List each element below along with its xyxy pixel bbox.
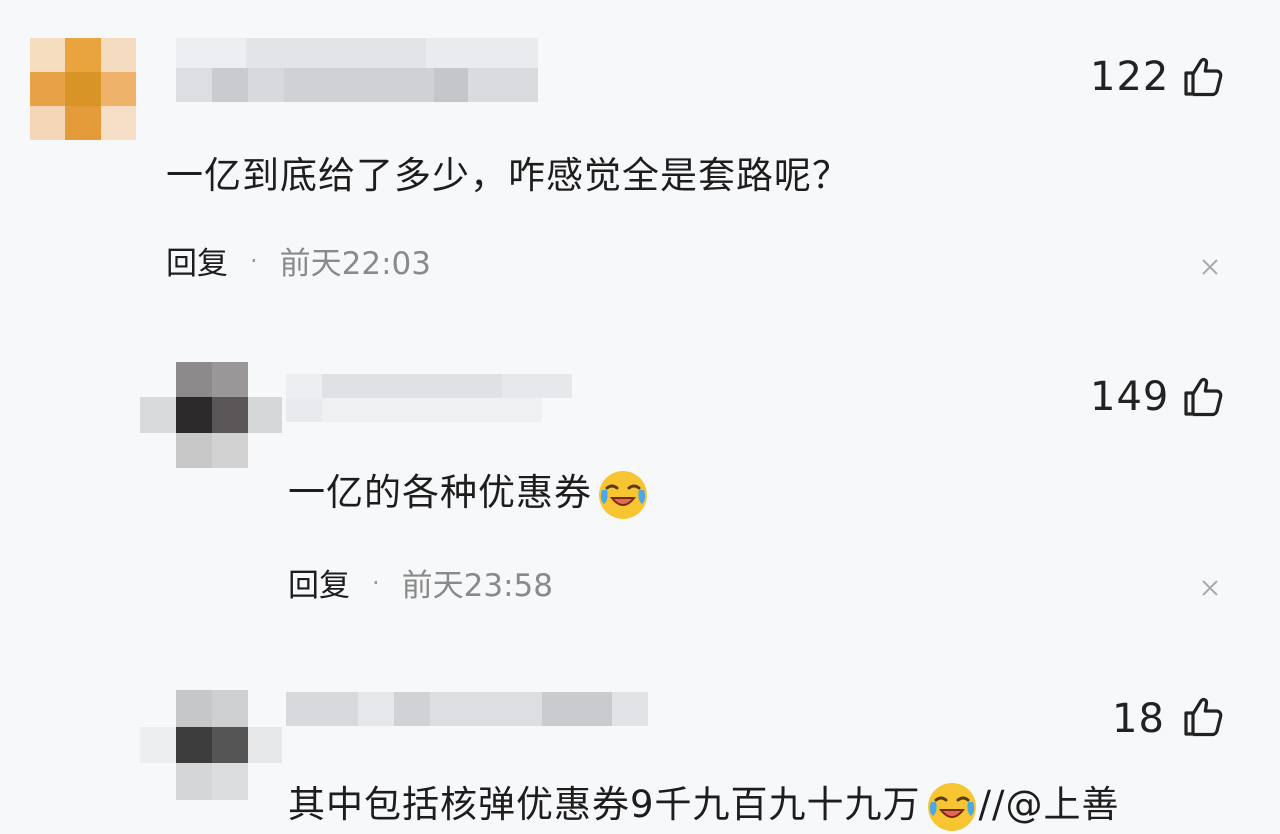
username[interactable]	[286, 374, 682, 444]
comment-item: 122 一亿到底给了多少，咋感觉全是套路呢？ 回复 · 前天22:03	[0, 0, 1280, 330]
timestamp: 前天23:58	[401, 568, 553, 604]
comment-text: 其中包括核弹优惠券9千九百九十九万 //@上善	[288, 774, 1119, 834]
username[interactable]	[176, 38, 538, 102]
reply-button[interactable]: 回复	[166, 238, 228, 283]
comment-text: 一亿的各种优惠券	[288, 462, 650, 522]
comment-meta: 回复 · 前天23:58	[288, 560, 553, 605]
thumbs-up-icon[interactable]	[1182, 694, 1226, 738]
thumbs-up-icon[interactable]	[1182, 54, 1226, 98]
comment-item: 149 一亿的各种优惠券 回复 · 前天23:58	[0, 330, 1280, 650]
separator-dot: ·	[250, 246, 258, 275]
comment-text: 一亿到底给了多少，咋感觉全是套路呢？	[166, 154, 850, 197]
close-icon[interactable]	[1200, 578, 1220, 598]
like-count: 149	[1090, 374, 1170, 420]
laughing-crying-emoji	[599, 470, 647, 519]
timestamp: 前天22:03	[279, 246, 431, 282]
laughing-crying-emoji	[927, 782, 976, 831]
avatar[interactable]	[140, 690, 282, 800]
avatar[interactable]	[30, 38, 136, 140]
comment-meta: 回复 · 前天22:03	[166, 238, 431, 283]
separator-dot: ·	[372, 568, 380, 597]
comment-text-body: 一亿的各种优惠券	[288, 471, 592, 514]
avatar[interactable]	[140, 362, 282, 468]
comment-item: 18 其中包括核弹优惠券9千九百九十九万 //@上善	[0, 650, 1280, 831]
reply-button[interactable]: 回复	[288, 560, 350, 605]
thumbs-up-icon[interactable]	[1182, 374, 1226, 418]
like-count: 122	[1090, 54, 1170, 100]
like-count: 18	[1112, 696, 1165, 742]
close-icon[interactable]	[1200, 257, 1220, 277]
username[interactable]	[286, 692, 648, 726]
